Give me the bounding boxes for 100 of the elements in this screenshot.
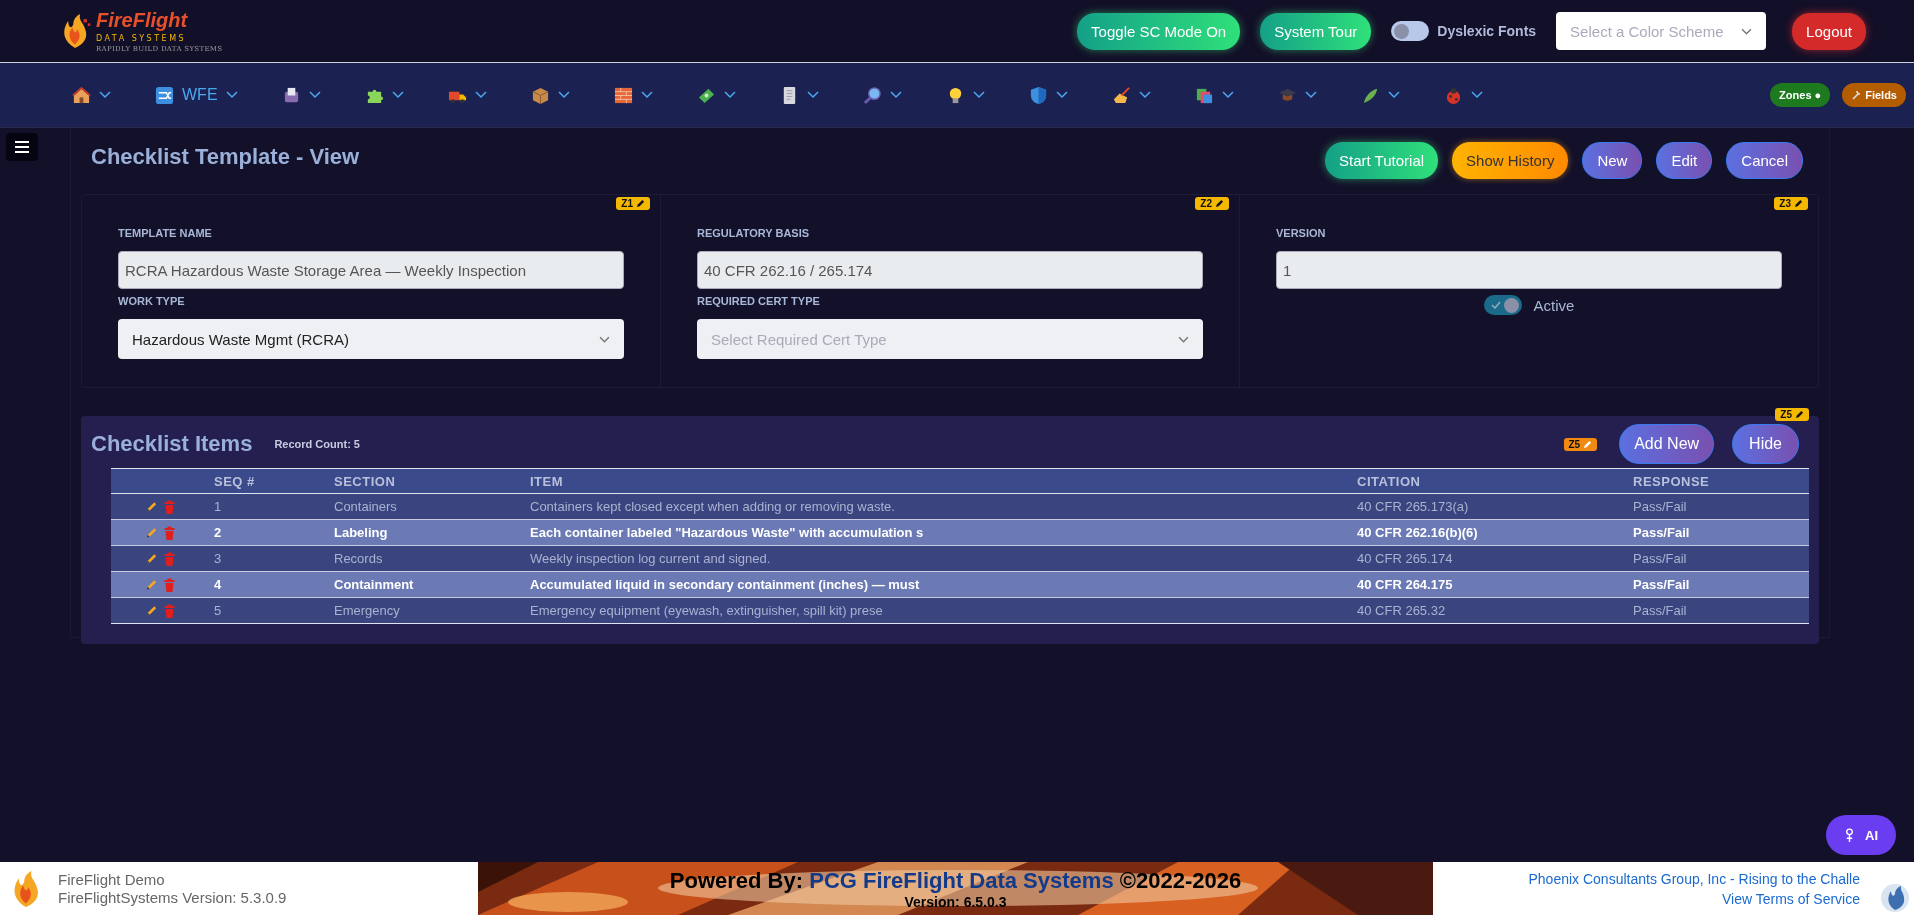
chevron-icon [1470, 91, 1483, 99]
active-toggle[interactable] [1483, 295, 1522, 315]
nav-badge[interactable]: Zones ● [1770, 83, 1831, 107]
action-button[interactable]: Show History [1452, 141, 1569, 179]
table-cell: 2 [213, 519, 333, 546]
table-cell: Pass/Fail [1632, 519, 1809, 546]
home-icon [72, 85, 91, 105]
shield-icon [1028, 85, 1048, 105]
input-field[interactable]: 40 CFR 262.16 / 265.174 [697, 251, 1203, 289]
table-row[interactable]: 3 Records Weekly inspection log current and signed. 40 CFR 265.174 Pass/Fail [111, 545, 1809, 572]
company-link[interactable]: Phoenix Consultants Group, Inc - Rising to the Challe [1528, 868, 1860, 889]
chevron-icon [1387, 91, 1400, 99]
logo-subtitle: DATA SYSTEMS [96, 34, 188, 43]
table-cell: 40 CFR 262.16(b)(6) [1356, 519, 1632, 546]
chevron-icon [1178, 335, 1189, 343]
record-count: Record Count: 5 [274, 438, 360, 450]
table-cell: 4 [213, 571, 333, 598]
column-header: ITEM [529, 468, 1356, 494]
input-field[interactable]: RCRA Hazardous Waste Storage Area — Weekly Inspection [118, 251, 624, 289]
nav-menu[interactable] [862, 85, 902, 105]
table-cell: Containers kept closed except when adding or removing waste. [529, 493, 1356, 520]
magnifier-icon [862, 85, 882, 105]
zone-badge[interactable]: Z5 [1563, 437, 1598, 451]
chevron-icon [99, 91, 111, 99]
field-label: REQUIRED CERT TYPE [697, 295, 821, 307]
chevron-icon [1221, 91, 1234, 99]
zone-badge[interactable]: Z3 [1774, 197, 1808, 210]
chevron-icon [1741, 27, 1753, 35]
table-cell: 1 [213, 493, 333, 520]
table-cell: 40 CFR 265.174 [1356, 545, 1632, 572]
table-cell: Emergency [333, 597, 529, 624]
chevron-icon [391, 91, 404, 99]
nav-menu[interactable] [1111, 85, 1151, 105]
field-label: TEMPLATE NAME [118, 227, 213, 239]
zone-badge[interactable]: Z2 [1195, 197, 1229, 210]
pencil-icon [1583, 439, 1593, 449]
field-label: WORK TYPE [118, 295, 186, 307]
page-title: Checklist Template - View [91, 144, 360, 170]
table-cell: 40 CFR 264.175 [1356, 571, 1632, 598]
phoenix-logo-icon [1880, 883, 1910, 913]
nav-menu[interactable]: WFE [155, 85, 238, 105]
pencil-icon [1795, 410, 1804, 419]
table-cell: Pass/Fail [1632, 571, 1809, 598]
zone-badge[interactable]: Z5 [1775, 408, 1809, 421]
table-cell: Pass/Fail [1632, 545, 1809, 572]
table-cell: 40 CFR 265.32 [1356, 597, 1632, 624]
ai-button[interactable]: AI [1826, 815, 1896, 855]
table-cell: 3 [213, 545, 333, 572]
menu-icon [15, 141, 29, 153]
chevron-icon [640, 91, 653, 99]
table-cell: Pass/Fail [1632, 597, 1809, 624]
table-cell: Weekly inspection log current and signed. [529, 545, 1356, 572]
nav-menu[interactable] [613, 85, 653, 105]
powered-by-text: Powered By: PCG FireFlight Data Systems ©2022-2026 [669, 867, 1242, 894]
table-cell: Containment [333, 571, 529, 598]
action-button[interactable]: Start Tutorial [1325, 141, 1439, 179]
field-label: REGULATORY BASIS [697, 227, 811, 239]
pencil-icon [636, 199, 645, 208]
action-button[interactable]: Cancel [1726, 141, 1803, 179]
terms-link[interactable]: View Terms of Service [1722, 888, 1860, 909]
pencil-icon [1794, 199, 1803, 208]
nav-menu[interactable] [530, 85, 570, 105]
select-field[interactable]: Hazardous Waste Mgmt (RCRA) [118, 319, 624, 359]
app-version: FireFlightSystems Version: 5.3.0.9 [58, 888, 287, 907]
column-header: SEQ # [213, 468, 333, 494]
table-row[interactable]: 5 Emergency Emergency equipment (eyewash, extinguisher, spill kit) prese 40 CFR 265.32 Pass/Fail [111, 597, 1809, 624]
nav-menu[interactable] [72, 85, 111, 105]
box-icon [530, 85, 550, 105]
panel-button[interactable]: Add New [1619, 424, 1715, 464]
section-title: Checklist Items [91, 431, 253, 457]
table-cell: 40 CFR 265.173(a) [1356, 493, 1632, 520]
chevron-icon [1138, 91, 1151, 99]
version-text: Version: 6.5.0.3 [904, 893, 1007, 910]
panel-button[interactable]: Hide [1732, 424, 1799, 464]
action-button[interactable]: New [1582, 141, 1643, 179]
column-header: SECTION [333, 468, 529, 494]
toggle-label: Active [1533, 296, 1575, 314]
table-row[interactable]: 1 Containers Containers kept closed except when adding or removing waste. 40 CFR 265.173(a) Pass/Fail [111, 493, 1809, 520]
check-icon [1490, 301, 1501, 309]
zone-badge[interactable]: Z1 [616, 197, 650, 210]
chevron-icon [723, 91, 736, 99]
wrench-icon [1851, 90, 1862, 100]
action-button[interactable]: Edit [1656, 141, 1713, 179]
app-name: FireFlight Demo [58, 870, 166, 889]
chevron-icon [889, 91, 902, 99]
chevron-icon [308, 91, 321, 99]
table-cell: 5 [213, 597, 333, 624]
dyslexic-toggle[interactable] [1391, 21, 1430, 41]
chevron-icon [225, 91, 238, 99]
chevron-icon [806, 91, 819, 99]
nav-badge[interactable]: Fields [1842, 83, 1906, 107]
menu-button[interactable] [6, 133, 38, 161]
pencil-icon [1215, 199, 1224, 208]
shuffle-icon [155, 85, 174, 105]
chevron-icon [599, 335, 610, 343]
table-cell: Pass/Fail [1632, 493, 1809, 520]
input-field[interactable]: 1 [1276, 251, 1782, 289]
logout-button[interactable]: Logout [1792, 12, 1866, 50]
column-header: CITATION [1356, 468, 1632, 494]
table-cell: Emergency equipment (eyewash, extinguisher, spill kit) prese [529, 597, 1356, 624]
